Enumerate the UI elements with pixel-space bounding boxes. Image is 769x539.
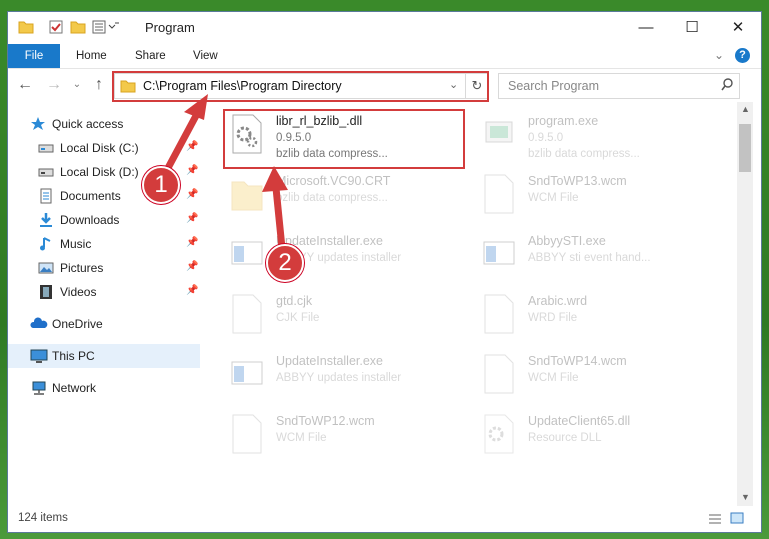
arrow-1-head — [184, 94, 208, 120]
arrow-1-shaft — [164, 110, 202, 170]
arrow-2-shaft — [272, 187, 286, 249]
annotation-arrows — [164, 94, 288, 249]
arrow-2-head — [262, 166, 288, 192]
step-2-badge: 2 — [266, 244, 304, 282]
step-1-badge: 1 — [142, 166, 180, 204]
